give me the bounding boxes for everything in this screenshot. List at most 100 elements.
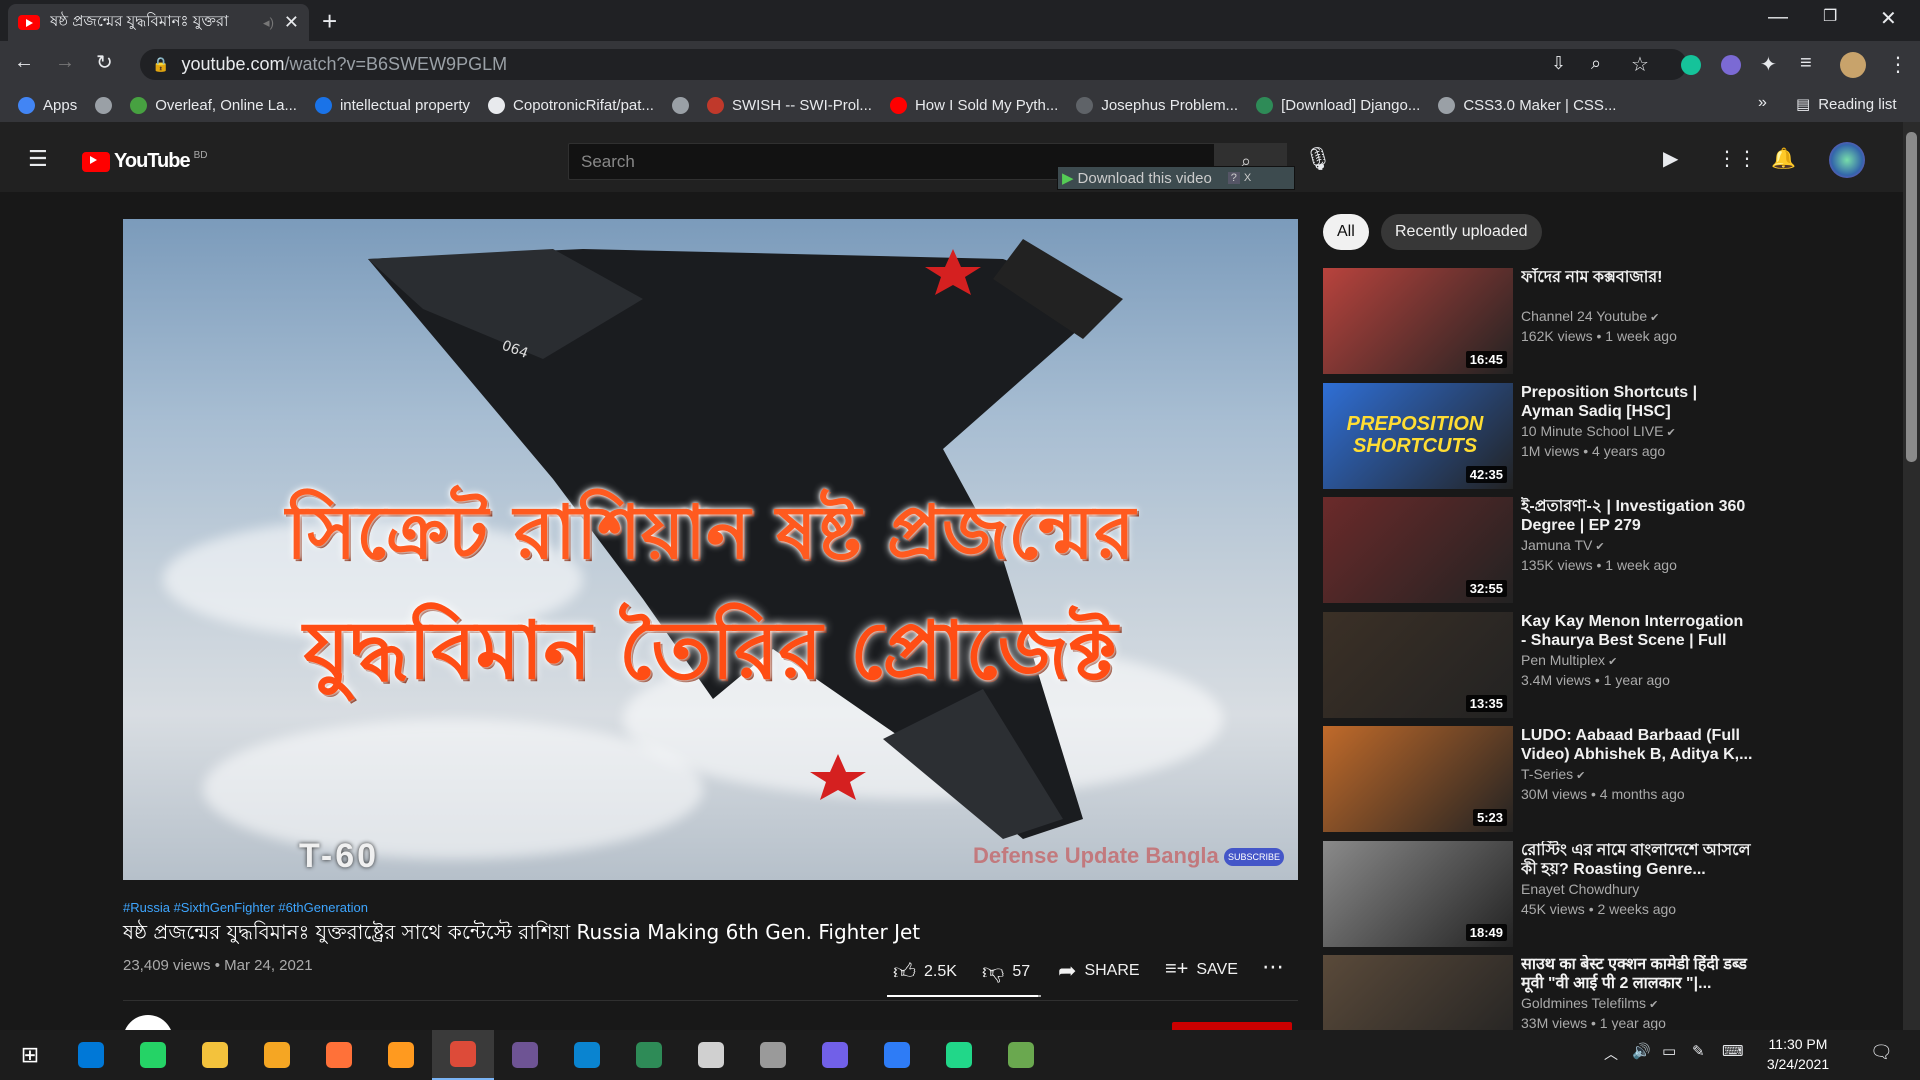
extension-icon[interactable] (1721, 55, 1741, 75)
hamburger-menu-icon[interactable]: ☰ (28, 146, 48, 172)
taskbar-app[interactable] (618, 1030, 680, 1080)
channel-name[interactable]: Channel 24 Youtube ✔ (1521, 308, 1659, 324)
bookmark-item[interactable]: How I Sold My Pyth... (889, 96, 1058, 114)
apps-grid-icon[interactable]: ⋮⋮ (1717, 146, 1757, 171)
start-button[interactable]: ⊞ (0, 1030, 60, 1080)
notifications-icon[interactable]: 🔔 (1771, 146, 1796, 171)
bookmark-item[interactable]: CSS3.0 Maker | CSS... (1438, 96, 1616, 114)
microphone-icon[interactable]: 🎙 (1304, 146, 1332, 172)
forward-icon[interactable]: → (55, 51, 75, 74)
taskbar-firefox[interactable] (308, 1030, 370, 1080)
extensions-puzzle-icon[interactable]: ✦ (1760, 52, 1777, 77)
profile-avatar[interactable] (1840, 52, 1866, 78)
taskbar-inkscape[interactable] (742, 1030, 804, 1080)
recommended-video[interactable]: 5:23 LUDO: Aabaad Barbaad (Full Video) Ab… (1323, 726, 1753, 832)
tab-close-icon[interactable]: ✕ (284, 12, 299, 33)
taskbar-visual-studio[interactable] (804, 1030, 866, 1080)
download-video-button[interactable]: ▶ Download this video ? X (1057, 166, 1295, 190)
minimize-icon[interactable]: — (1768, 6, 1788, 29)
more-actions-icon[interactable]: ⋯ (1262, 954, 1284, 980)
video-title[interactable]: Kay Kay Menon Interrogation - Shaurya Be… (1521, 612, 1753, 650)
dislike-button[interactable]: 👎︎ 57 (982, 958, 1030, 985)
like-button[interactable]: 👍︎ 2.5K (893, 958, 957, 985)
reading-list[interactable]: ▤ Reading list (1796, 95, 1897, 114)
media-control-icon[interactable]: ≡ (1800, 52, 1812, 75)
recommended-video[interactable]: 18:49 রোস্টিং এর নামে বাংলাদেশে আসলে কী হ… (1323, 840, 1753, 947)
video-hashtags[interactable]: #Russia #SixthGenFighter #6thGeneration (123, 900, 368, 915)
taskbar-vscode[interactable] (556, 1030, 618, 1080)
channel-name[interactable]: Pen Multiplex ✔ (1521, 652, 1617, 668)
channel-name[interactable]: T-Series ✔ (1521, 766, 1585, 782)
close-window-icon[interactable]: ✕ (1880, 6, 1897, 31)
back-icon[interactable]: ← (14, 51, 34, 74)
bookmark-item[interactable]: intellectual property (314, 96, 470, 114)
video-title[interactable]: LUDO: Aabaad Barbaad (Full Video) Abhish… (1521, 726, 1753, 764)
youtube-logo[interactable]: YouTube BD (82, 150, 207, 173)
browser-tab[interactable]: ষষ্ঠ প্রজন্মের যুদ্ধবিমানঃ যুক্তরা ◂) ✕ (8, 4, 309, 41)
install-icon[interactable]: ⇩ (1551, 53, 1566, 74)
zoom-icon[interactable]: ⌕ (1591, 53, 1601, 74)
save-button[interactable]: ≡+ SAVE (1165, 958, 1238, 981)
video-thumbnail[interactable]: PREPOSITION SHORTCUTS 42:35 (1323, 382, 1513, 489)
tray-chevron-icon[interactable]: ︿ (1604, 1044, 1618, 1064)
taskbar-whatsapp[interactable] (122, 1030, 184, 1080)
channel-name[interactable]: Goldmines Telefilms ✔ (1521, 995, 1658, 1011)
bookmark-item[interactable]: Josephus Problem... (1076, 96, 1238, 114)
channel-name[interactable]: 10 Minute School LIVE ✔ (1521, 423, 1676, 439)
channel-name[interactable]: Jamuna TV ✔ (1521, 537, 1605, 553)
taskbar-paint[interactable] (680, 1030, 742, 1080)
video-title[interactable]: ফাঁদের নাম কক্সবাজার! (1521, 268, 1753, 287)
browser-menu-icon[interactable]: ⋮ (1888, 52, 1908, 77)
chip-recently-uploaded[interactable]: Recently uploaded (1381, 214, 1542, 250)
video-thumbnail[interactable]: 16:45 (1323, 268, 1513, 374)
subscribe-watermark-badge[interactable]: SUBSCRIBE (1224, 848, 1284, 866)
video-title[interactable]: ই-প্রতারণা-২ | Investigation 360 Degree … (1521, 497, 1753, 535)
address-bar[interactable]: 🔒 youtube.com/watch?v=B6SWEW9PGLM (140, 49, 1687, 80)
bookmarks-more-icon[interactable]: » (1758, 94, 1767, 112)
video-player[interactable]: 064 সিক্রেট রাশিয়ান ষষ্ট প্রজন্মের যুদ্… (123, 219, 1298, 880)
video-thumbnail[interactable]: 5:23 (1323, 726, 1513, 832)
reload-icon[interactable]: ↻ (96, 50, 113, 75)
taskbar-messenger[interactable] (866, 1030, 928, 1080)
bookmark-star-icon[interactable]: ☆ (1631, 52, 1649, 77)
bookmark-item[interactable]: Apps (18, 96, 77, 114)
video-title[interactable]: রোস্টিং এর নামে বাংলাদেশে আসলে কী হয়? R… (1521, 841, 1753, 879)
bookmark-item[interactable]: SWISH -- SWI-Prol... (706, 96, 872, 114)
video-title[interactable]: साउथ का बेस्ट एक्शन कामेडी हिंदी डब्ड मू… (1521, 955, 1753, 993)
video-thumbnail[interactable]: 13:35 (1323, 611, 1513, 718)
bookmark-item[interactable] (671, 96, 689, 114)
grammarly-extension-icon[interactable] (1681, 55, 1701, 75)
mute-icon[interactable]: ◂) (263, 15, 274, 31)
account-avatar[interactable] (1829, 142, 1865, 178)
taskbar-chrome[interactable] (432, 1030, 494, 1080)
taskbar-pycharm[interactable] (928, 1030, 990, 1080)
recommended-video[interactable]: 16:45 ফাঁদের নাম কক্সবাজার! Channel 24 You… (1323, 268, 1753, 374)
taskbar-search[interactable] (60, 1030, 122, 1080)
recommended-video[interactable]: 32:55 ই-প্রতারণা-২ | Investigation 360 De… (1323, 497, 1753, 603)
new-tab-icon[interactable]: + (322, 6, 337, 37)
taskbar-tor[interactable] (246, 1030, 308, 1080)
share-button[interactable]: ➦ SHARE (1058, 958, 1140, 984)
taskbar-explorer[interactable] (184, 1030, 246, 1080)
bookmark-item[interactable]: [Download] Django... (1256, 96, 1420, 114)
recommended-video[interactable]: 13:35 Kay Kay Menon Interrogation - Shaur… (1323, 611, 1753, 718)
taskbar-editor[interactable] (990, 1030, 1052, 1080)
bookmark-item[interactable] (95, 96, 113, 114)
bookmark-item[interactable]: Overleaf, Online La... (130, 96, 297, 114)
taskbar-github[interactable] (494, 1030, 556, 1080)
video-title[interactable]: Preposition Shortcuts | Ayman Sadiq [HSC… (1521, 383, 1753, 421)
system-clock[interactable]: 11:30 PM 3/24/2021 (1738, 1034, 1858, 1074)
recommended-video[interactable]: PREPOSITION SHORTCUTS 42:35 Preposition Sh… (1323, 382, 1753, 489)
volume-icon[interactable]: 🔊 (1632, 1042, 1651, 1060)
channel-name[interactable]: Enayet Chowdhury (1521, 881, 1639, 897)
create-video-icon[interactable]: ▶ (1663, 146, 1678, 171)
scrollbar-thumb[interactable] (1906, 132, 1917, 462)
restore-icon[interactable]: ❐ (1823, 6, 1837, 26)
bookmark-item[interactable]: CopotronicRifat/pat... (488, 96, 654, 114)
notification-center-icon[interactable]: 🗨 (1870, 1042, 1893, 1063)
chip-all[interactable]: All (1323, 214, 1369, 250)
video-thumbnail[interactable]: 32:55 (1323, 497, 1513, 603)
network-icon[interactable]: ▭ (1662, 1042, 1676, 1060)
pen-icon[interactable]: ✎ (1692, 1042, 1705, 1060)
taskbar-overleaf[interactable] (370, 1030, 432, 1080)
